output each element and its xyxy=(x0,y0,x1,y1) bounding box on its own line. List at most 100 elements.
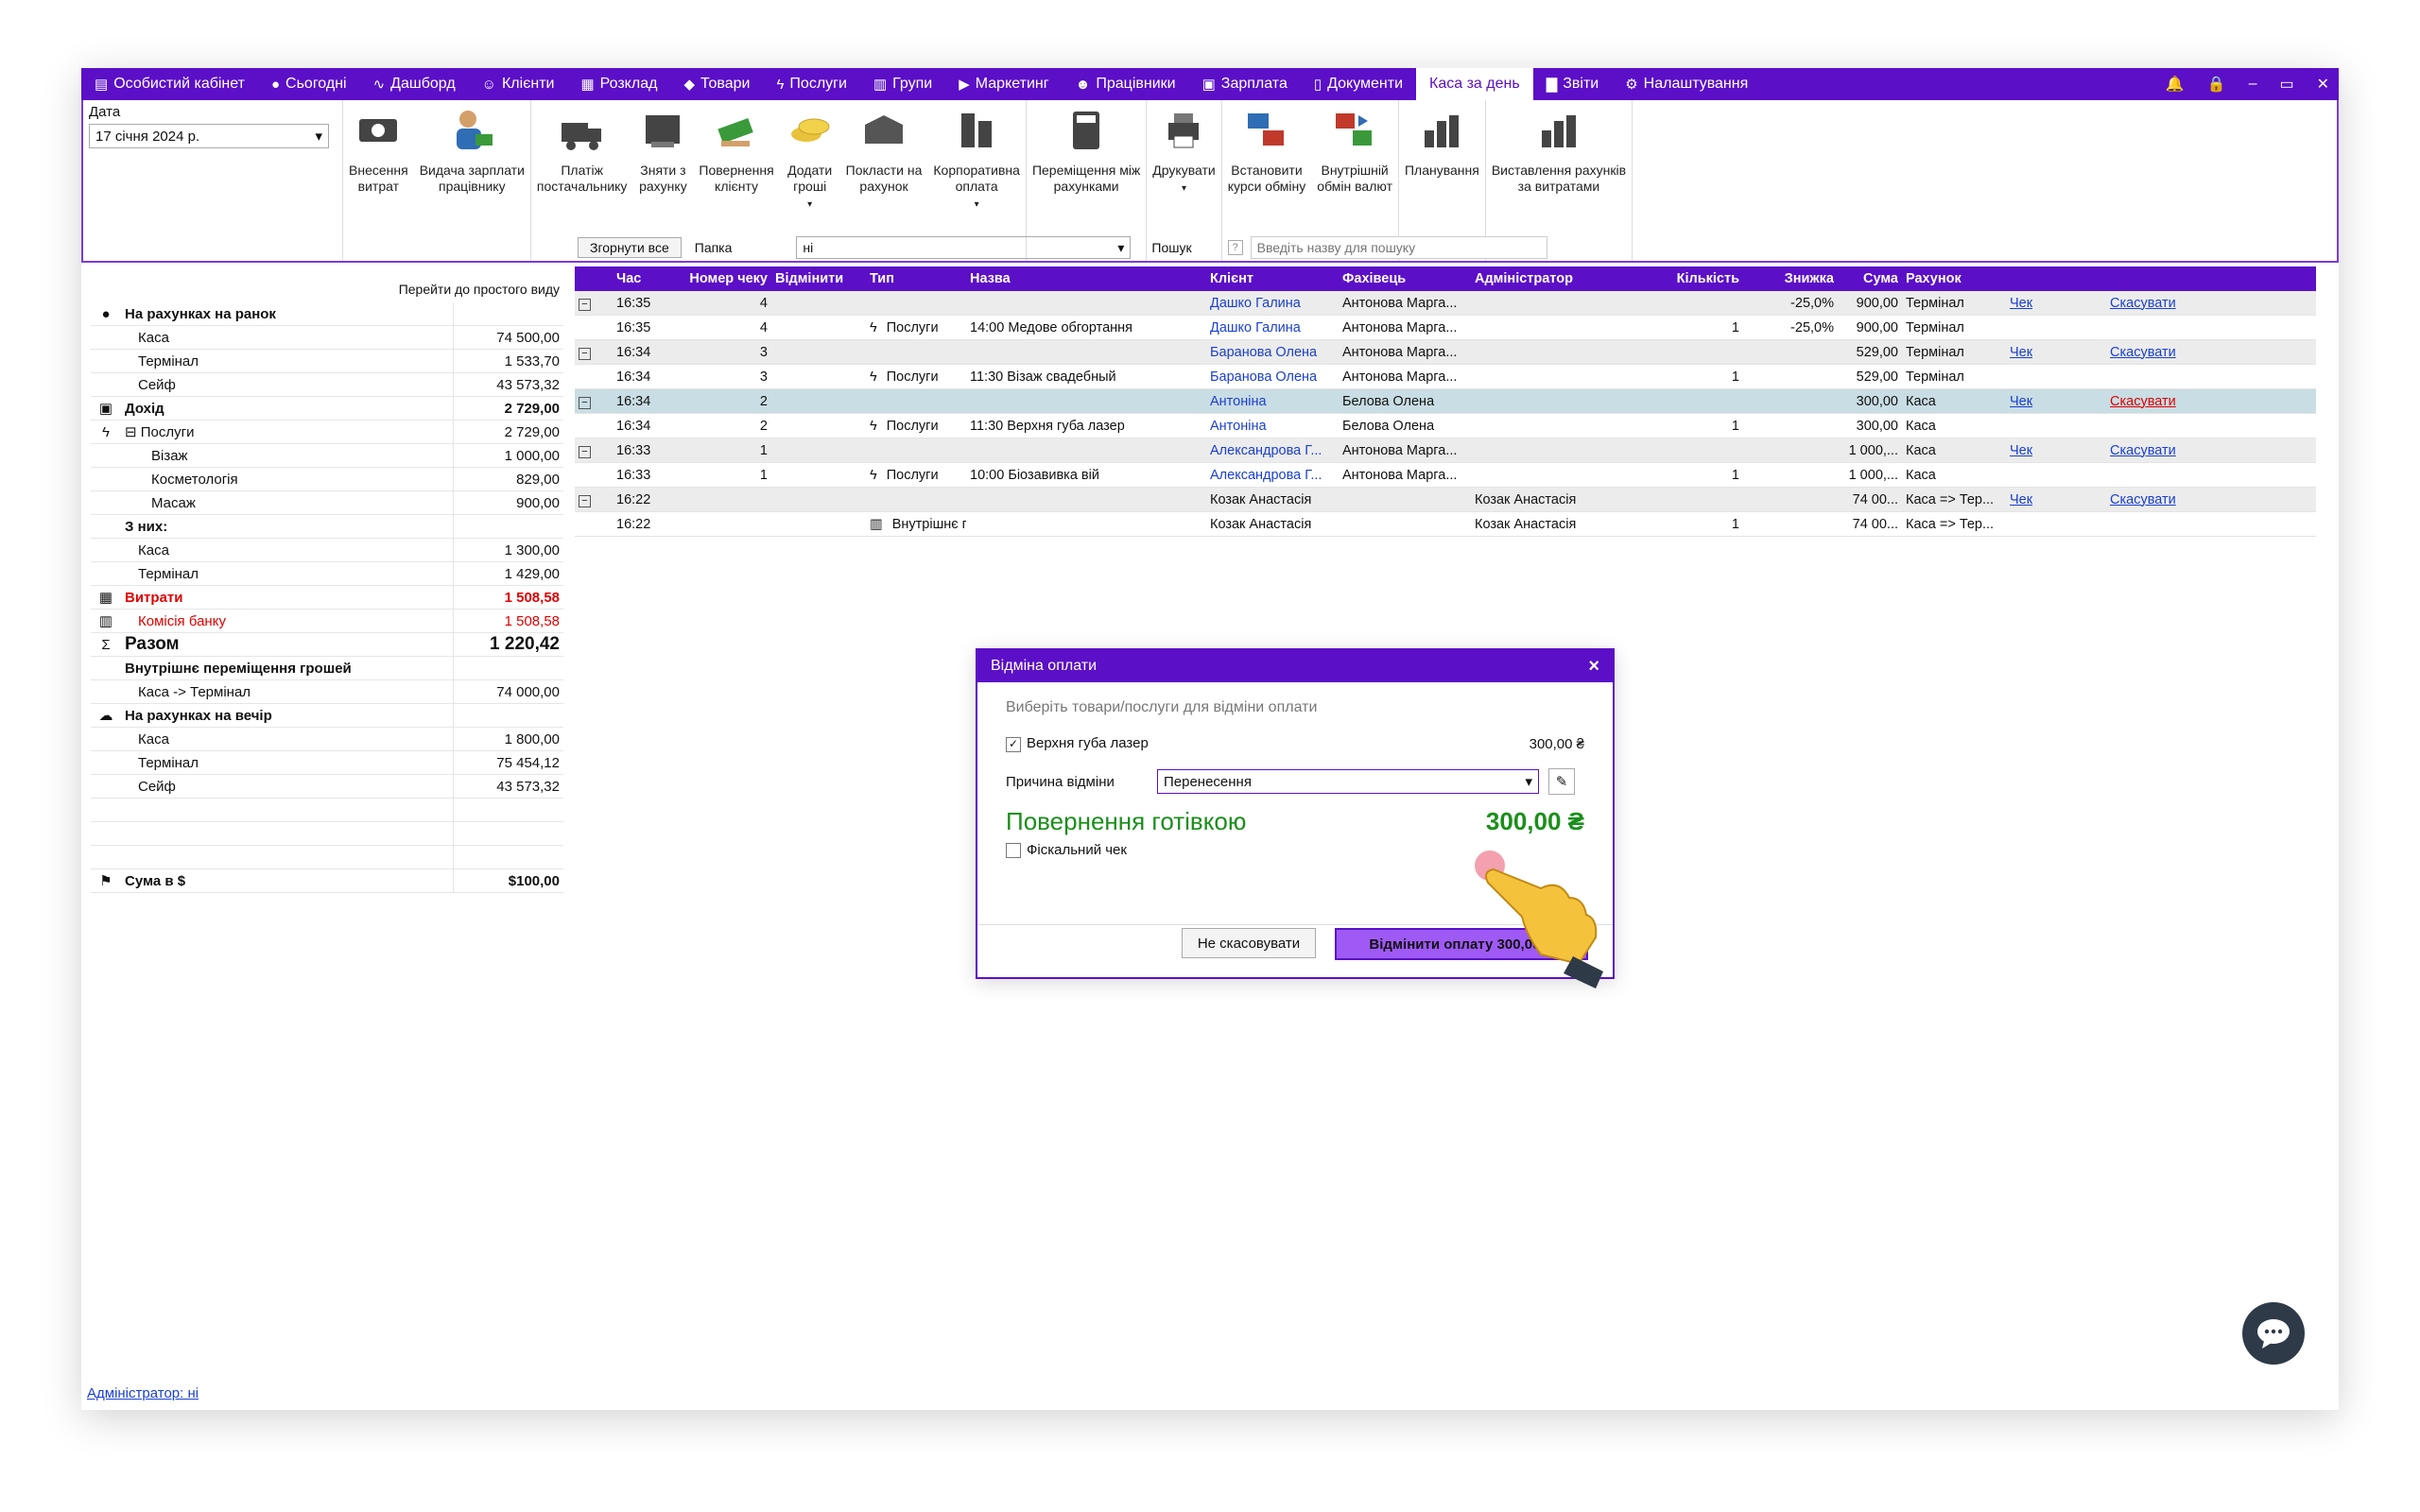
table-cell[interactable]: Скасувати xyxy=(2106,394,2238,409)
nav-item-6[interactable]: ϟ Послуги xyxy=(763,68,859,100)
ribbon-button-2[interactable]: Платіж постачальнику xyxy=(531,106,632,195)
table-row[interactable]: − 16:34 2 Антоніна Белова Олена 300,00 Каса Чек… xyxy=(575,389,2316,414)
ribbon-button-3[interactable]: Зняти з рахунку xyxy=(632,106,693,195)
cell-value: Послуги xyxy=(886,369,939,385)
table-row[interactable]: 16:34 3 ϟ Послуги 11:30 Візаж свадебный Бара… xyxy=(575,365,2316,389)
ribbon-button-4[interactable]: Повернення клієнту xyxy=(693,106,779,195)
collapse-icon[interactable]: − xyxy=(579,298,591,311)
ribbon-button-12[interactable]: Планування xyxy=(1399,106,1485,179)
table-row[interactable]: − 16:35 4 Дашко Галина Антонова Марга... -25,… xyxy=(575,291,2316,316)
nav-item-7[interactable]: ▥ Групи xyxy=(860,68,945,100)
restore-icon[interactable]: ▭ xyxy=(2279,75,2293,94)
table-cell: 16:33 xyxy=(613,443,669,458)
minimize-icon[interactable]: – xyxy=(2249,76,2257,93)
table-cell[interactable]: Скасувати xyxy=(2106,345,2238,360)
table-row[interactable]: 16:35 4 ϟ Послуги 14:00 Медове обгортання Да… xyxy=(575,316,2316,340)
table-cell[interactable]: Чек xyxy=(2006,345,2106,360)
pencil-icon[interactable]: ✎ xyxy=(1548,768,1575,795)
nav-item-1[interactable]: ● Сьогодні xyxy=(258,68,360,100)
ribbon-button-13[interactable]: Виставлення рахунків за витратами xyxy=(1486,106,1632,195)
nav-item-11[interactable]: ▯ Документи xyxy=(1301,68,1416,100)
table-cell: ϟ Послуги xyxy=(866,419,966,434)
nav-item-4[interactable]: ▦ Розклад xyxy=(567,68,670,100)
grid-header-cell[interactable]: Відмінити xyxy=(771,271,866,286)
nav-item-9[interactable]: ☻ Працівники xyxy=(1063,68,1189,100)
chat-button[interactable] xyxy=(2242,1302,2305,1365)
table-cell[interactable]: Чек xyxy=(2006,394,2106,409)
table-row[interactable]: − 16:34 3 Баранова Олена Антонова Марга... 52… xyxy=(575,340,2316,365)
table-cell[interactable]: Скасувати xyxy=(2106,443,2238,458)
ribbon-button-8[interactable]: Переміщення між рахунками xyxy=(1027,106,1146,195)
ribbon-button-10[interactable]: Встановити курси обміну xyxy=(1222,106,1312,195)
nav-item-5[interactable]: ◆ Товари xyxy=(670,68,763,100)
grid-header-cell[interactable]: Знижка xyxy=(1743,271,1838,286)
table-cell[interactable]: Чек xyxy=(2006,492,2106,507)
cell-value: Чек xyxy=(2010,491,2033,507)
table-row[interactable]: 16:22 ▥ Внутрішнє п... Козак Анастасія Коза… xyxy=(575,512,2316,537)
grid-header-cell[interactable]: Фахівець xyxy=(1339,271,1471,286)
cell-value: 16:33 xyxy=(616,467,651,483)
nav-item-12[interactable]: Каса за день xyxy=(1416,68,1533,100)
grid-header-cell[interactable]: Тип xyxy=(866,271,966,286)
table-row[interactable]: 16:33 1 ϟ Послуги 10:00 Біозавивка вій Алекс… xyxy=(575,463,2316,488)
nav-item-0[interactable]: ▤ Особистий кабінет xyxy=(81,68,258,100)
nav-item-13[interactable]: ▇ Звіти xyxy=(1533,68,1613,100)
grid-header-cell[interactable]: Рахунок xyxy=(1902,271,2006,286)
ribbon-button-6[interactable]: Покласти на рахунок xyxy=(840,106,928,195)
reason-row: Причина відміни Перенесення ▾ ✎ xyxy=(1006,768,1584,795)
ribbon-button-7[interactable]: Корпоративна оплата ▾ xyxy=(927,106,1026,213)
cell-value: 1 xyxy=(1731,369,1739,385)
table-cell[interactable]: Скасувати xyxy=(2106,296,2238,311)
service-item-checkbox[interactable]: ✓ xyxy=(1006,736,1021,752)
fiscal-checkbox[interactable] xyxy=(1006,843,1021,859)
collapse-icon[interactable]: − xyxy=(579,494,591,507)
ribbon-button-1[interactable]: Видача зарплати працівнику xyxy=(414,106,530,195)
administrator-link[interactable]: Адміністратор: ні xyxy=(87,1385,199,1401)
search-input[interactable] xyxy=(1250,236,1547,259)
grid-header-cell[interactable]: Назва xyxy=(966,271,1206,286)
nav-item-3[interactable]: ☺ Клієнти xyxy=(469,68,568,100)
lock-icon[interactable]: 🔒 xyxy=(2207,75,2226,94)
top-nav: ▤ Особистий кабінет ● Сьогодні ∿ Дашборд ☺ Кліє… xyxy=(81,68,2339,100)
table-cell[interactable]: Чек xyxy=(2006,443,2106,458)
table-cell[interactable]: Чек xyxy=(2006,296,2106,311)
folder-select[interactable]: ні ▾ xyxy=(796,236,1132,259)
close-icon[interactable]: ✕ xyxy=(2317,75,2329,94)
ribbon-button-0[interactable]: Внесення витрат xyxy=(343,106,414,195)
grid-header-cell[interactable]: Час xyxy=(613,271,669,286)
table-cell[interactable]: Скасувати xyxy=(2106,492,2238,507)
nav-item-8[interactable]: ▶ Маркетинг xyxy=(945,68,1062,100)
ribbon-button-9[interactable]: Друкувати ▾ xyxy=(1147,106,1220,197)
bell-icon[interactable]: 🔔 xyxy=(2166,75,2185,94)
grid-header-cell[interactable]: Номер чеку xyxy=(669,271,771,286)
table-row[interactable]: 16:34 2 ϟ Послуги 11:30 Верхня губа лазер Ан… xyxy=(575,414,2316,438)
collapse-all-button[interactable]: Згорнути все xyxy=(578,237,682,258)
collapse-icon[interactable]: − xyxy=(579,396,591,409)
refund-row: Повернення готівкою 300,00 ₴ xyxy=(1006,807,1584,836)
close-icon[interactable]: × xyxy=(1588,656,1599,678)
nav-item-10[interactable]: ▣ Зарплата xyxy=(1189,68,1301,100)
grid-header-cell[interactable]: Кількість xyxy=(1611,271,1743,286)
grid-header-cell[interactable]: Адміністратор xyxy=(1471,271,1611,286)
summary-row-label: Комісія банку xyxy=(121,609,454,633)
summary-row: Σ Разом 1 220,42 xyxy=(91,632,563,657)
table-row[interactable]: − 16:33 1 Александрова Г... Антонова Марга..… xyxy=(575,438,2316,463)
grid-header-cell[interactable]: Сума xyxy=(1838,271,1902,286)
nav-item-label: Групи xyxy=(892,76,933,92)
ribbon-button-11[interactable]: Внутрішній обмін валют xyxy=(1311,106,1398,195)
collapse-icon[interactable]: − xyxy=(579,347,591,360)
table-cell: 16:34 xyxy=(613,345,669,360)
grid-header-cell[interactable]: Клієнт xyxy=(1206,271,1339,286)
simple-view-link[interactable]: Перейти до простого виду xyxy=(91,276,563,302)
nav-item-2[interactable]: ∿ Дашборд xyxy=(360,68,469,100)
table-row[interactable]: − 16:22 Козак Анастасія Козак Анастасія 74 0… xyxy=(575,488,2316,512)
reason-select[interactable]: Перенесення ▾ xyxy=(1157,769,1539,794)
cell-value: 1 xyxy=(759,442,768,458)
table-cell: Козак Анастасія xyxy=(1471,492,1611,507)
ribbon-button-label: постачальнику xyxy=(536,179,628,194)
nav-item-14[interactable]: ⚙ Налаштування xyxy=(1612,68,1761,100)
collapse-icon[interactable]: − xyxy=(579,445,591,458)
ribbon-button-5[interactable]: Додати гроші ▾ xyxy=(780,106,840,213)
date-picker[interactable]: 17 січня 2024 р. ▾ xyxy=(89,124,329,148)
do-not-cancel-button[interactable]: Не скасовувати xyxy=(1182,928,1316,958)
